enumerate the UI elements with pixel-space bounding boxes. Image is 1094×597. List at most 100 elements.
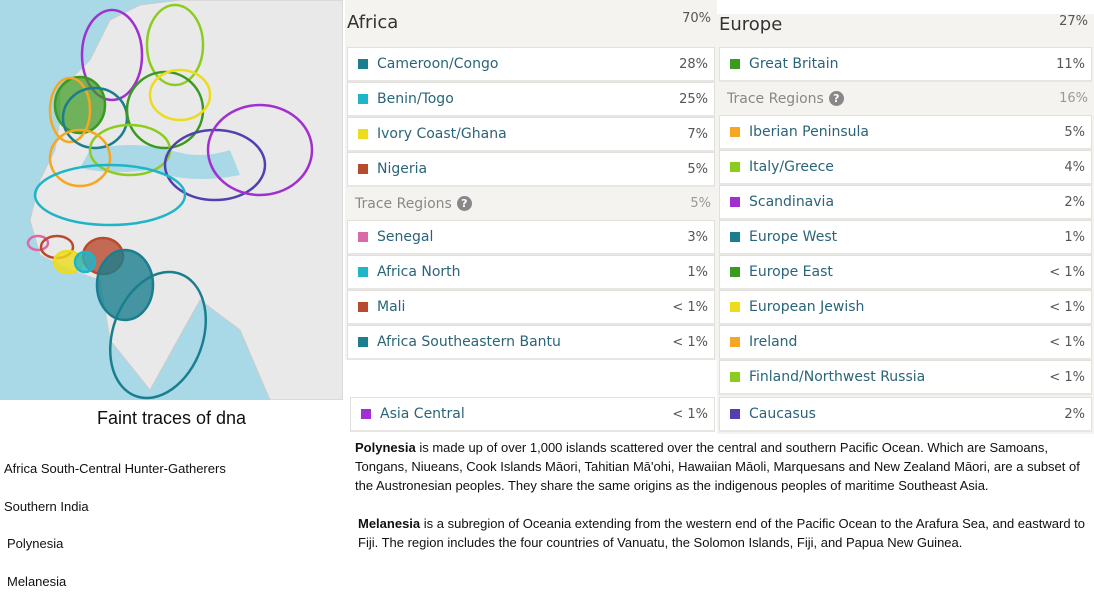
color-swatch	[358, 59, 368, 69]
region-percent: < 1%	[1049, 334, 1085, 350]
color-swatch	[358, 94, 368, 104]
region-row-benin-togo[interactable]: Benin/Togo 25%	[347, 82, 715, 117]
region-percent: < 1%	[1049, 299, 1085, 315]
region-label[interactable]: Nigeria	[377, 161, 427, 177]
help-icon[interactable]: ?	[456, 196, 472, 211]
map-caption: Faint traces of dna	[96, 408, 247, 428]
europe-trace-regions: Trace Regions? 16%	[717, 82, 1094, 115]
region-percent: < 1%	[672, 299, 708, 315]
africa-trace-regions: Trace Regions? 5%	[345, 187, 717, 220]
region-label[interactable]: Italy/Greece	[749, 159, 834, 175]
region-percent: < 1%	[672, 406, 708, 422]
region-percent: < 1%	[1049, 369, 1085, 385]
melanesia-description: Melanesia is a subregion of Oceania exte…	[358, 516, 1085, 550]
region-row-nigeria[interactable]: Nigeria 5%	[347, 152, 715, 187]
region-row-italy-greece[interactable]: Italy/Greece 4%	[719, 150, 1092, 185]
region-label[interactable]: Africa North	[377, 264, 461, 280]
region-label[interactable]: Africa Southeastern Bantu	[377, 334, 561, 350]
region-row-africa-north[interactable]: Africa North 1%	[347, 255, 715, 290]
africa-header: Africa 70%	[345, 0, 717, 47]
region-label[interactable]: European Jewish	[749, 299, 864, 315]
region-percent: 3%	[687, 229, 708, 245]
color-swatch	[358, 302, 368, 312]
region-row-iberian-peninsula[interactable]: Iberian Peninsula 5%	[719, 115, 1092, 150]
region-percent: < 1%	[672, 334, 708, 350]
asia-panel: Asia Central < 1%	[348, 397, 717, 432]
trace-regions-percent: 16%	[1059, 91, 1088, 106]
region-label[interactable]: Ireland	[749, 334, 797, 350]
region-label[interactable]: Caucasus	[749, 406, 816, 422]
region-percent: 2%	[1064, 406, 1085, 422]
region-row-cameroon-congo[interactable]: Cameroon/Congo 28%	[347, 47, 715, 82]
region-label[interactable]: Senegal	[377, 229, 433, 245]
color-swatch	[730, 302, 740, 312]
region-row-europe-east[interactable]: Europe East < 1%	[719, 255, 1092, 290]
region-row-european-jewish[interactable]: European Jewish < 1%	[719, 290, 1092, 325]
color-swatch	[358, 337, 368, 347]
color-swatch	[730, 337, 740, 347]
region-row-scandinavia[interactable]: Scandinavia 2%	[719, 185, 1092, 220]
color-swatch	[730, 162, 740, 172]
faint-item: Africa South-Central Hunter-Gatherers	[4, 461, 226, 476]
color-swatch	[358, 129, 368, 139]
region-row-senegal[interactable]: Senegal 3%	[347, 220, 715, 255]
color-swatch	[730, 59, 740, 69]
region-percent: < 1%	[1049, 264, 1085, 280]
faint-item: Melanesia	[7, 574, 67, 589]
descriptions: Polynesia is made up of over 1,000 islan…	[355, 438, 1090, 571]
region-row-mali[interactable]: Mali < 1%	[347, 290, 715, 325]
region-label[interactable]: Iberian Peninsula	[749, 124, 869, 140]
color-swatch	[358, 232, 368, 242]
region-row-great-britain[interactable]: Great Britain 11%	[719, 47, 1092, 82]
europe-header: Europe 27%	[717, 14, 1094, 47]
region-row-africa-southeastern-bantu[interactable]: Africa Southeastern Bantu < 1%	[347, 325, 715, 360]
region-label[interactable]: Europe East	[749, 264, 833, 280]
region-row-caucasus[interactable]: Caucasus 2%	[719, 397, 1092, 432]
region-label[interactable]: Scandinavia	[749, 194, 834, 210]
trace-regions-percent: 5%	[690, 196, 711, 211]
region-label[interactable]: Cameroon/Congo	[377, 56, 498, 72]
region-percent: 25%	[679, 91, 708, 107]
region-percent: 4%	[1064, 159, 1085, 175]
color-swatch	[358, 267, 368, 277]
region-percent: 11%	[1056, 56, 1085, 72]
color-swatch	[730, 127, 740, 137]
region-label[interactable]: Benin/Togo	[377, 91, 454, 107]
faint-item: Polynesia	[7, 536, 64, 551]
region-row-finland-northwest-russia[interactable]: Finland/Northwest Russia < 1%	[719, 360, 1092, 395]
color-swatch	[358, 164, 368, 174]
region-percent: 1%	[687, 264, 708, 280]
color-swatch	[361, 409, 371, 419]
color-swatch	[730, 197, 740, 207]
color-swatch	[730, 232, 740, 242]
africa-percent: 70%	[682, 11, 711, 26]
help-icon[interactable]: ?	[828, 91, 844, 106]
region-label[interactable]: Asia Central	[380, 406, 465, 422]
trace-regions-label: Trace Regions	[727, 90, 824, 107]
africa-title: Africa	[347, 12, 399, 33]
region-percent: 7%	[687, 126, 708, 142]
faint-item: Southern India	[4, 499, 89, 514]
europe-panel: Europe 27% Great Britain 11% Trace Regions? 1…	[717, 14, 1094, 434]
region-row-ivory-coast-ghana[interactable]: Ivory Coast/Ghana 7%	[347, 117, 715, 152]
region-percent: 5%	[1064, 124, 1085, 140]
region-label[interactable]: Finland/Northwest Russia	[749, 369, 925, 385]
region-label[interactable]: Ivory Coast/Ghana	[377, 126, 507, 142]
ancestry-map[interactable]	[0, 0, 343, 400]
region-label[interactable]: Europe West	[749, 229, 837, 245]
region-row-asia-central[interactable]: Asia Central < 1%	[350, 397, 715, 432]
region-percent: 28%	[679, 56, 708, 72]
africa-panel: Africa 70% Cameroon/Congo 28% Benin/Togo 25% I…	[345, 0, 717, 360]
region-percent: 2%	[1064, 194, 1085, 210]
region-row-europe-west[interactable]: Europe West 1%	[719, 220, 1092, 255]
color-swatch	[730, 372, 740, 382]
polynesia-description: Polynesia is made up of over 1,000 islan…	[355, 440, 1080, 493]
europe-percent: 27%	[1059, 14, 1088, 29]
region-percent: 5%	[687, 161, 708, 177]
region-percent: 1%	[1064, 229, 1085, 245]
region-label[interactable]: Great Britain	[749, 56, 839, 72]
trace-regions-label: Trace Regions	[355, 195, 452, 212]
region-row-ireland[interactable]: Ireland < 1%	[719, 325, 1092, 360]
region-label[interactable]: Mali	[377, 299, 405, 315]
color-swatch	[730, 267, 740, 277]
